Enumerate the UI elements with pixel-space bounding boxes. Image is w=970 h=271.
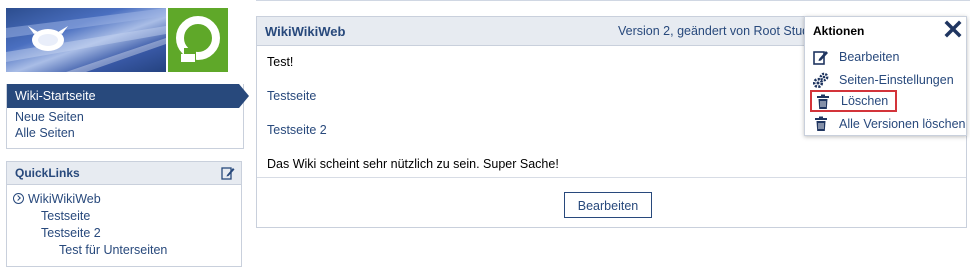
quicklink-testseite[interactable]: Testseite [41, 209, 90, 223]
page-title: WikiWikiWeb [265, 24, 346, 39]
close-icon[interactable] [944, 20, 962, 38]
content-divider [257, 177, 966, 178]
nav-item-alle-seiten[interactable]: Alle Seiten [15, 126, 75, 140]
version-info: Version 2, geändert von Root Stud [618, 24, 809, 38]
version-changed-text: , geändert von [670, 24, 754, 38]
action-loeschen[interactable]: Löschen [810, 90, 897, 112]
author-link[interactable]: Root Stud [754, 24, 810, 38]
quicklinks-title: QuickLinks [15, 166, 80, 180]
edit-button[interactable]: Bearbeiten [564, 192, 652, 218]
top-divider [256, 0, 970, 1]
banner-stripes [6, 8, 166, 72]
content-text-test: Test! [267, 55, 294, 69]
trash-icon [815, 116, 827, 131]
actions-title: Aktionen [813, 24, 865, 38]
action-label: Löschen [841, 94, 889, 108]
content-link-testseite[interactable]: Testseite [267, 89, 316, 103]
nav-item-label: Wiki-Startseite [15, 89, 96, 103]
action-label: Bearbeiten [839, 50, 900, 64]
action-label: Alle Versionen löschen [839, 117, 966, 131]
content-link-testseite-2[interactable]: Testseite 2 [267, 123, 327, 137]
quicklinks-list: WikiWikiWeb Testseite Testseite 2 Test f… [6, 185, 242, 267]
content-text-paragraph: Das Wiki scheint sehr nützlich zu sein. … [267, 157, 559, 171]
logo-icon [176, 16, 220, 62]
quicklink-testseite-2[interactable]: Testseite 2 [41, 226, 101, 240]
quicklink-root[interactable]: WikiWikiWeb [13, 192, 101, 206]
wiki-navigation: Wiki-Startseite Neue Seiten Alle Seiten [6, 84, 249, 149]
edit-icon [813, 51, 828, 65]
edit-quicklinks-icon[interactable] [221, 166, 235, 180]
app-logo [166, 8, 230, 72]
quicklink-label: WikiWikiWeb [28, 192, 101, 206]
gears-icon [813, 72, 829, 88]
quicklink-test-unterseiten[interactable]: Test für Unterseiten [59, 243, 167, 257]
actions-menu: Aktionen Bearbeiten Seiten-Einstellungen… [804, 16, 967, 136]
active-indicator-arrow [239, 84, 249, 108]
version-link[interactable]: Version 2 [618, 24, 670, 38]
quicklinks-header: QuickLinks [6, 161, 242, 185]
site-banner[interactable] [6, 8, 242, 72]
circle-arrow-icon [13, 193, 24, 204]
nav-item-neue-seiten[interactable]: Neue Seiten [15, 110, 84, 124]
nav-item-wiki-startseite[interactable]: Wiki-Startseite [7, 84, 239, 108]
trash-icon [817, 94, 829, 109]
action-label: Seiten-Einstellungen [839, 73, 954, 87]
